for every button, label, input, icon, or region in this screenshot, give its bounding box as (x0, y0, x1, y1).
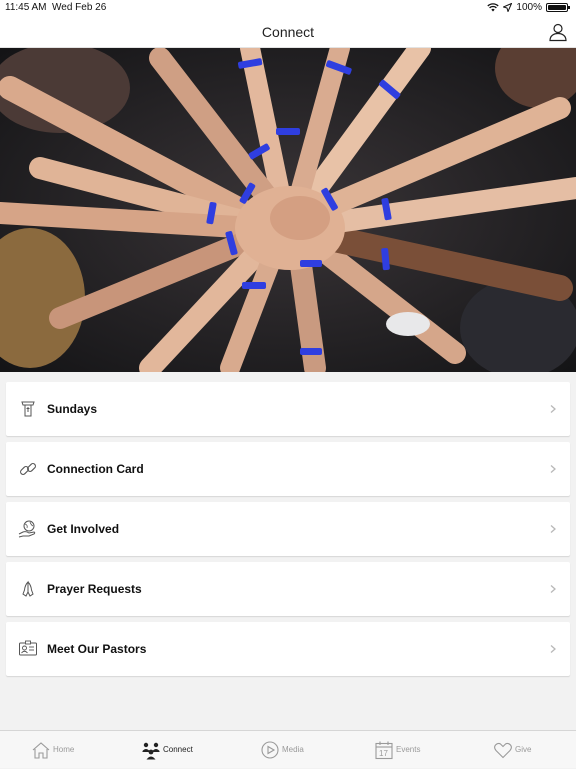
tab-label: Connect (163, 745, 193, 754)
people-icon (142, 742, 160, 760)
menu-item-connection-card[interactable]: Connection Card (6, 442, 570, 496)
menu-item-prayer-requests[interactable]: Prayer Requests (6, 562, 570, 616)
calendar-day: 17 (379, 749, 388, 758)
tab-media[interactable]: Media (230, 731, 345, 769)
status-date: Wed Feb 26 (52, 2, 107, 13)
wifi-icon (487, 3, 500, 12)
hero-image (0, 48, 576, 372)
house-icon (32, 742, 50, 759)
play-icon (261, 741, 279, 759)
pulpit-icon (21, 401, 35, 417)
tab-events[interactable]: 17 Events (345, 731, 460, 769)
menu-item-label: Meet Our Pastors (47, 642, 147, 656)
heart-icon (494, 742, 512, 759)
status-bar: 11:45 AM Wed Feb 26 100% (0, 0, 576, 16)
page-title: Connect (261, 24, 315, 40)
battery-fill (548, 5, 566, 10)
menu-item-meet-our-pastors[interactable]: Meet Our Pastors (6, 622, 570, 676)
chevron-right-icon (550, 645, 556, 653)
tab-label: Events (396, 745, 421, 754)
chevron-right-icon (550, 525, 556, 533)
battery-icon (546, 3, 570, 12)
menu-item-label: Sundays (47, 402, 98, 416)
menu-item-label: Get Involved (47, 522, 120, 536)
nav-bar: Connect (0, 16, 576, 48)
tab-connect[interactable]: Connect (115, 731, 230, 769)
link-icon (20, 463, 36, 475)
id-card-icon (19, 640, 37, 656)
praying-hands-icon (22, 580, 34, 597)
tab-label: Home (53, 745, 75, 754)
tab-home[interactable]: Home (0, 731, 115, 769)
chevron-right-icon (550, 465, 556, 473)
menu-list: Sundays Connection Card Get Involved Pra… (6, 382, 570, 682)
location-arrow-icon (503, 3, 513, 12)
menu-item-sundays[interactable]: Sundays (6, 382, 570, 436)
person-icon[interactable] (548, 22, 568, 42)
tab-label: Media (282, 745, 304, 754)
globe-hand-icon (18, 520, 36, 538)
tab-bar: Home Connect Media 17 Events Give (0, 730, 576, 768)
hands-together-photo (0, 48, 576, 372)
tab-label: Give (515, 745, 532, 754)
chevron-right-icon (550, 585, 556, 593)
menu-item-label: Connection Card (47, 462, 144, 476)
battery-percent: 100% (516, 2, 542, 13)
status-indicators: 100% (487, 2, 570, 13)
status-time: 11:45 AM (5, 2, 47, 13)
chevron-right-icon (550, 405, 556, 413)
tab-give[interactable]: Give (460, 731, 575, 769)
menu-item-label: Prayer Requests (47, 582, 142, 596)
menu-item-get-involved[interactable]: Get Involved (6, 502, 570, 556)
